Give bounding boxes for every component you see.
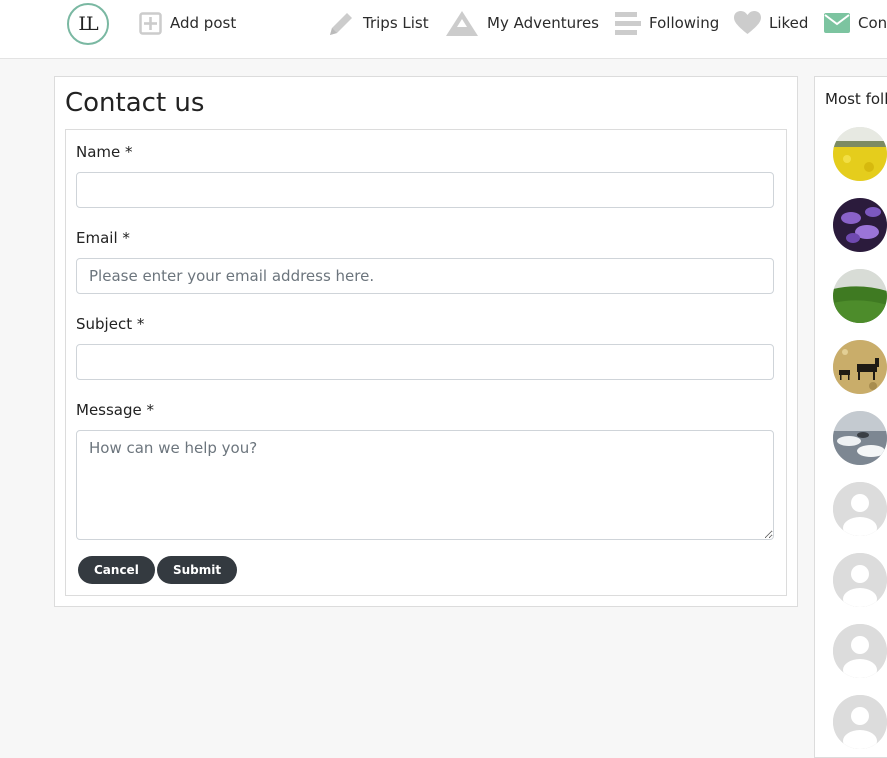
page-title: Contact us [65, 88, 205, 118]
heart-icon [734, 11, 761, 35]
nav-trips-list-label: Trips List [363, 14, 429, 32]
plus-square-icon [139, 11, 162, 35]
nav-liked[interactable]: Liked [734, 9, 808, 37]
default-avatar-icon[interactable] [833, 482, 887, 536]
nav-contact-label: Con [858, 14, 887, 32]
avatar-yellow-field[interactable] [833, 127, 887, 181]
default-avatar-icon[interactable] [833, 624, 887, 678]
avatar-purple-flowers[interactable] [833, 198, 887, 252]
subject-input[interactable] [76, 344, 774, 380]
site-logo[interactable]: LL [67, 3, 109, 45]
submit-button[interactable]: Submit [157, 556, 238, 584]
email-label: Email * [76, 229, 130, 247]
list-icon [615, 11, 641, 35]
most-followed-sidebar: Most foll [814, 76, 887, 758]
name-input[interactable] [76, 172, 774, 208]
logo-text: LL [78, 13, 98, 35]
default-avatar-icon[interactable] [833, 695, 887, 749]
avatar-rocky-stream[interactable] [833, 411, 887, 465]
nav-liked-label: Liked [769, 14, 809, 32]
nav-add-post[interactable]: Add post [139, 9, 236, 37]
nav-following-label: Following [649, 14, 720, 32]
mountain-icon [445, 10, 479, 37]
nav-trips-list[interactable]: Trips List [328, 9, 429, 37]
nav-following[interactable]: Following [615, 9, 719, 37]
nav-my-adventures-label: My Adventures [487, 14, 599, 32]
avatar-deer[interactable] [833, 340, 887, 394]
nav-my-adventures[interactable]: My Adventures [445, 9, 599, 37]
email-input[interactable] [76, 258, 774, 294]
message-textarea[interactable] [76, 430, 774, 540]
envelope-icon [824, 13, 850, 33]
contact-card: Contact us Name * Email * Subject * Mess… [54, 76, 798, 607]
top-navbar: LL Add post Trips List My Adventures Fol… [0, 0, 887, 59]
nav-contact[interactable]: Con [824, 9, 887, 37]
cancel-button[interactable]: Cancel [78, 556, 155, 584]
nav-add-post-label: Add post [170, 14, 237, 32]
subject-label: Subject * [76, 315, 145, 333]
default-avatar-icon[interactable] [833, 553, 887, 607]
contact-form: Name * Email * Subject * Message * Cance… [65, 129, 787, 596]
name-label: Name * [76, 143, 133, 161]
avatar-green-meadow[interactable] [833, 269, 887, 323]
sidebar-title: Most foll [825, 90, 887, 108]
pencil-icon [328, 10, 355, 37]
message-label: Message * [76, 401, 155, 419]
